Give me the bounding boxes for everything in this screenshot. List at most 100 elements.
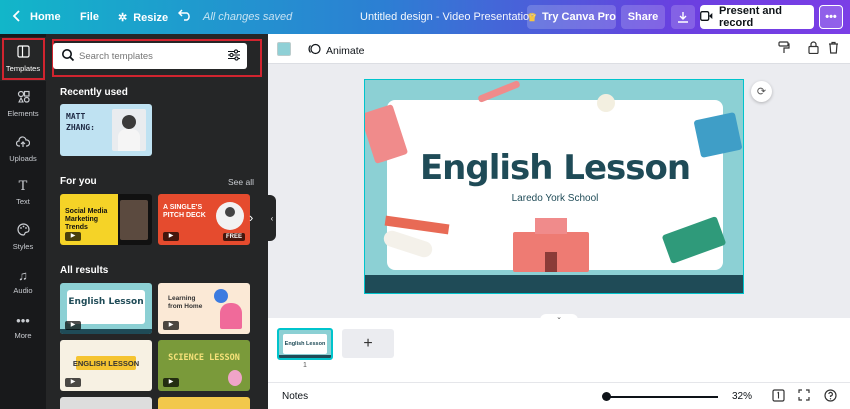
for-you-template-2[interactable]: A SINGLE'S PITCH DECK ▶ FREE [158,194,250,245]
download-icon[interactable] [671,5,695,29]
rail-item-more[interactable]: ••• More [0,305,46,349]
help-icon[interactable] [824,389,837,405]
animate-button[interactable]: Animate [308,43,365,58]
search-box[interactable] [53,43,247,69]
elements-icon [17,90,30,105]
notes-button[interactable]: Notes [282,391,308,402]
search-icon [61,48,75,65]
for-you-template-1[interactable]: Social Media Marketing Trends ▶ [60,194,152,245]
collapse-panel-handle[interactable]: ‹ [268,195,276,241]
rail-label: Audio [13,286,33,295]
page-thumb-text: English Lesson [283,334,327,354]
rail-label: Elements [7,109,39,118]
save-status: All changes saved [203,11,293,23]
recently-used-heading: Recently used [60,87,128,98]
books-illustration [693,112,743,158]
text-t-icon: T [18,179,28,194]
paint-roller-icon[interactable] [778,41,790,57]
play-icon: ▶ [163,321,179,330]
play-icon: ▶ [163,232,179,241]
top-bar: Home File ✲ Resize All changes saved Unt… [0,0,850,34]
result-2-title: Learning from Home [168,295,203,310]
zoom-level[interactable]: 32% [732,391,752,402]
carousel-next-icon[interactable]: › [249,210,253,225]
all-results-heading: All results [60,265,109,276]
result-template-4[interactable]: SCIENCE LESSON ▶ [158,340,250,391]
flower-illustration [597,94,615,112]
animate-icon [308,43,321,58]
result-template-1[interactable]: English Lesson ▶ [60,283,152,334]
resize-button[interactable]: ✲ Resize [118,11,169,25]
page-number: 1 [303,362,307,369]
free-badge: FREE [222,233,245,241]
see-all-link[interactable]: See all [228,177,254,187]
search-input[interactable] [79,50,219,62]
zoom-slider-track[interactable] [606,396,718,398]
slide-ground-strip [365,275,743,293]
result-template-6[interactable] [158,397,250,409]
design-canvas[interactable]: English Lesson Laredo York School [364,79,744,294]
present-label: Present and record [719,5,782,29]
slide-subtitle[interactable]: Laredo York School [387,193,723,204]
file-menu[interactable]: File [80,11,99,23]
try-pro-button[interactable]: ♛ Try Canva Pro [527,5,616,29]
play-icon: ▶ [65,232,81,241]
play-icon: ▶ [65,378,81,387]
school-building-illustration [513,218,589,272]
filter-sliders-icon[interactable] [227,48,241,65]
footer-bar: Notes 32% [268,382,850,409]
rail-label: Styles [12,242,34,251]
home-button[interactable]: Home [30,11,61,23]
side-rail: Templates Elements Uploads T Text Styles… [0,34,46,409]
rail-item-uploads[interactable]: Uploads [0,127,46,171]
slide-title[interactable]: English Lesson [387,148,723,188]
music-note-icon: ♫ [18,268,28,283]
cloud-upload-icon [15,135,31,150]
result-template-3[interactable]: ENGLISH LESSON ▶ [60,340,152,391]
try-pro-label: Try Canva Pro [541,11,616,23]
result-3-title: ENGLISH LESSON [72,359,140,368]
back-chevron-icon[interactable] [12,9,22,23]
templates-panel: Recently used MATT ZHANG: For you See al… [46,34,268,409]
resize-label: Resize [133,11,169,24]
zoom-slider-handle[interactable] [602,392,611,401]
design-title[interactable]: Untitled design - Video Presentation [360,11,535,23]
animate-label: Animate [326,44,365,57]
sparkle-icon: ✲ [118,12,128,24]
result-template-2[interactable]: Learning from Home ▶ [158,283,250,334]
result-4-title: SCIENCE LESSON [168,353,240,363]
lock-icon[interactable] [808,41,819,57]
for-you-2-title: A SINGLE'S PITCH DECK [163,204,206,219]
background-color-swatch[interactable] [277,42,291,56]
rail-item-text[interactable]: T Text [0,171,46,215]
refresh-icon[interactable]: ⟳ [751,81,772,102]
share-button[interactable]: Share [621,5,665,29]
rail-item-styles[interactable]: Styles [0,215,46,259]
for-you-1-title: Social Media Marketing Trends [65,208,108,231]
play-icon: ▶ [163,378,179,387]
rail-label: More [14,331,32,340]
rail-item-elements[interactable]: Elements [0,82,46,126]
more-options-icon[interactable]: ••• [819,5,843,29]
page-count-icon[interactable] [772,389,785,405]
more-dots-icon: ••• [16,313,30,328]
recent-thumb-photo [112,109,146,151]
rail-label: Text [16,197,30,206]
templates-highlight [2,38,45,80]
recent-template-thumb[interactable]: MATT ZHANG: [60,104,152,156]
fullscreen-icon[interactable] [798,389,810,404]
play-icon: ▶ [65,321,81,330]
present-record-button[interactable]: Present and record [700,5,814,29]
for-you-heading: For you [60,176,97,187]
record-icon [700,10,713,24]
rail-item-audio[interactable]: ♫ Audio [0,260,46,304]
result-template-5[interactable] [60,397,152,409]
undo-icon[interactable] [178,9,192,21]
expand-strip-chevron-icon[interactable]: ⌄ [540,314,578,322]
crown-icon: ♛ [527,11,537,24]
add-page-button[interactable]: + [342,329,394,358]
trash-icon[interactable] [828,41,839,57]
page-thumbnail[interactable]: English Lesson [277,328,333,360]
rail-label: Uploads [9,153,37,163]
palette-icon [16,223,30,238]
